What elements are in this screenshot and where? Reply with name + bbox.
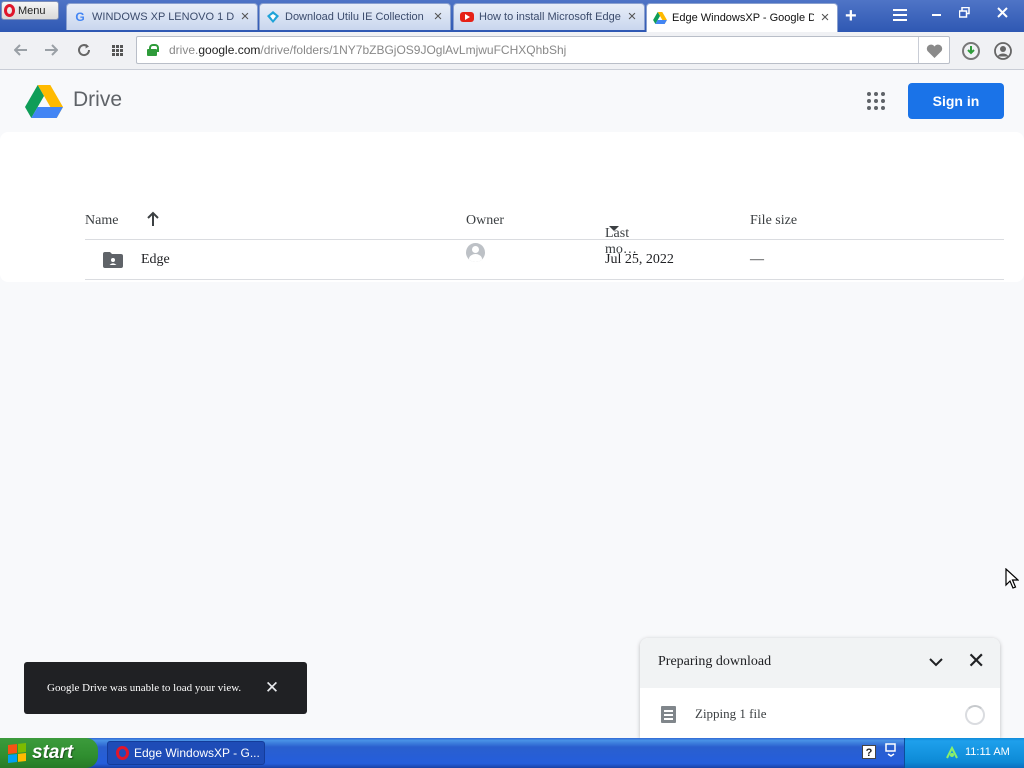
minimize-icon[interactable] <box>925 2 949 22</box>
address-bar[interactable]: drive.google.com/drive/folders/1NY7bZBGj… <box>136 36 950 64</box>
tab-title: WINDOWS XP LENOVO 1 DOWNLOAD <box>92 11 234 23</box>
restore-icon[interactable] <box>952 2 976 22</box>
file-name[interactable]: Edge <box>141 252 170 268</box>
back-icon[interactable] <box>10 40 32 60</box>
bookmark-heart-icon[interactable] <box>924 41 944 61</box>
file-size: — <box>750 252 764 267</box>
tab-utilu-ie-collection[interactable]: Download Utilu IE Collection × <box>259 3 451 30</box>
download-status: Zipping 1 file <box>695 706 767 721</box>
download-panel: Preparing download ✕ Zipping 1 file <box>640 638 1000 738</box>
close-download-icon[interactable]: ✕ <box>967 650 985 672</box>
close-tab-icon[interactable]: × <box>626 9 638 24</box>
shared-folder-icon <box>103 252 123 268</box>
taskbar-item-opera[interactable]: Edge WindowsXP - G... <box>107 741 265 765</box>
youtube-icon <box>460 10 474 24</box>
tab-title: How to install Microsoft Edge <box>479 11 621 23</box>
toast-message: Google Drive was unable to load your vie… <box>47 682 242 694</box>
start-button[interactable]: start <box>0 738 98 768</box>
system-tray: 11:11 AM <box>904 738 1024 768</box>
google-drive-logo-icon[interactable] <box>25 85 63 118</box>
google-g-icon: G <box>75 10 85 24</box>
start-label: start <box>32 742 74 763</box>
close-tab-icon[interactable]: × <box>819 10 831 25</box>
opera-icon <box>116 746 129 760</box>
mouse-cursor-icon <box>1005 568 1019 589</box>
download-panel-header: Preparing download ✕ <box>640 638 1000 688</box>
browser-toolbar: drive.google.com/drive/folders/1NY7bZBGj… <box>0 32 1024 70</box>
tab-title: Edge WindowsXP - Google Drive <box>672 12 814 24</box>
close-tab-icon[interactable]: × <box>239 9 251 24</box>
collapse-chevron-down-icon[interactable] <box>928 654 944 670</box>
drive-page: Drive Sign in Name Owner Last mo… File s… <box>0 70 1024 738</box>
file-modified: Jul 25, 2022 <box>605 252 674 267</box>
google-apps-icon[interactable] <box>867 92 885 110</box>
drive-title[interactable]: Drive <box>73 88 122 112</box>
taskbar: start Edge WindowsXP - G... ? 11:11 AM <box>0 738 1024 768</box>
document-icon <box>661 706 676 723</box>
downloads-icon[interactable] <box>961 41 981 61</box>
utilu-icon <box>266 10 280 24</box>
loading-spinner-icon <box>965 705 985 725</box>
forward-icon[interactable] <box>40 40 62 60</box>
tab-windows-xp-lenovo[interactable]: G WINDOWS XP LENOVO 1 DOWNLOAD × <box>66 3 258 30</box>
sign-in-button[interactable]: Sign in <box>908 83 1004 119</box>
opera-menu-button[interactable]: Menu <box>1 1 59 20</box>
column-name-header[interactable]: Name <box>85 213 118 229</box>
opera-logo-icon <box>4 4 15 17</box>
table-row[interactable]: Edge Jul 25, 2022 — <box>85 240 1004 280</box>
google-drive-icon <box>653 11 667 25</box>
download-title: Preparing download <box>658 654 772 669</box>
owner-avatar-icon <box>466 243 485 262</box>
speed-dial-icon[interactable] <box>106 40 128 60</box>
reload-icon[interactable] <box>73 40 95 60</box>
dismiss-toast-icon[interactable]: ✕ <box>264 679 280 696</box>
taskbar-item-label: Edge WindowsXP - G... <box>134 746 260 760</box>
sort-ascending-arrow-icon[interactable] <box>147 211 159 227</box>
network-icon[interactable] <box>945 745 959 760</box>
url-text: drive.google.com/drive/folders/1NY7bZBGj… <box>169 43 567 57</box>
tab-edge-windowsxp-drive[interactable]: Edge WindowsXP - Google Drive × <box>646 3 838 32</box>
drive-header: Drive Sign in <box>0 70 1024 132</box>
browser-tab-strip: Menu G WINDOWS XP LENOVO 1 DOWNLOAD × Do… <box>0 0 1024 32</box>
help-icon[interactable]: ? <box>862 745 876 759</box>
close-window-icon[interactable] <box>990 2 1014 22</box>
tab-title: Download Utilu IE Collection <box>285 11 424 23</box>
column-size-header: File size <box>750 213 798 228</box>
error-toast: Google Drive was unable to load your vie… <box>24 662 307 714</box>
file-list-table: Name Owner Last mo… File size Edge Jul 2… <box>85 200 1004 280</box>
account-icon[interactable] <box>993 41 1013 61</box>
clock: 11:11 AM <box>965 746 1010 758</box>
secure-lock-icon <box>147 44 159 56</box>
column-owner-header: Owner <box>466 213 505 228</box>
download-item: Zipping 1 file <box>640 688 1000 738</box>
windows-flag-icon <box>8 743 26 763</box>
close-tab-icon[interactable]: × <box>432 9 444 24</box>
menu-label: Menu <box>18 4 46 17</box>
tab-menu-icon[interactable] <box>893 9 907 24</box>
show-desktop-icon[interactable] <box>885 743 897 757</box>
new-tab-icon[interactable]: + <box>845 6 857 26</box>
sort-dropdown-icon[interactable] <box>609 226 619 231</box>
tab-install-microsoft-edge[interactable]: How to install Microsoft Edge × <box>453 3 645 30</box>
file-list-header: Name Owner Last mo… File size <box>85 200 1004 257</box>
